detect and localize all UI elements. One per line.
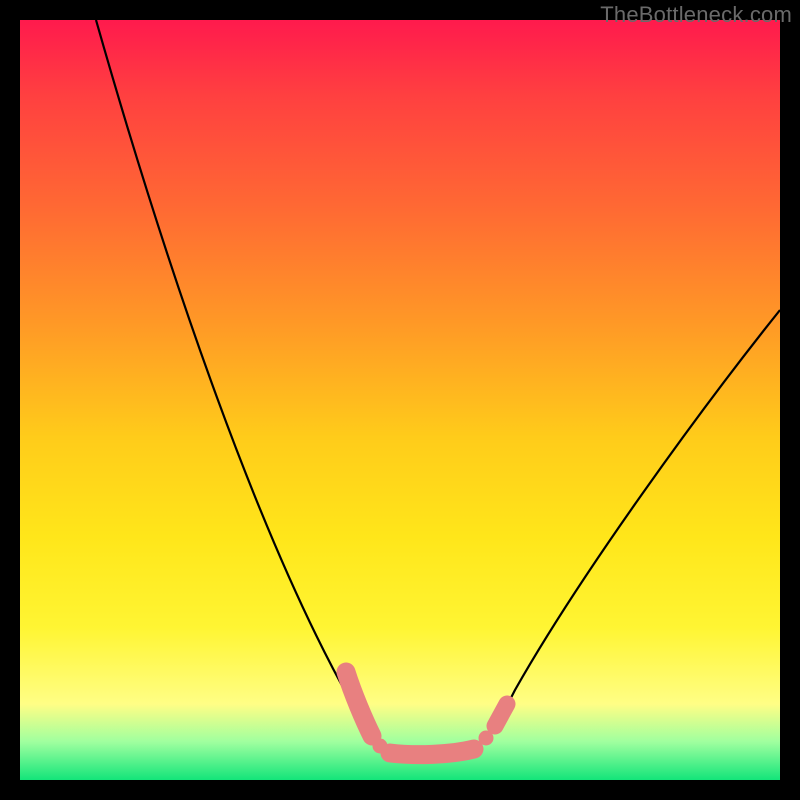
plot-area xyxy=(20,20,780,780)
highlight-right xyxy=(495,704,507,726)
curve-layer xyxy=(20,20,780,780)
main-curve xyxy=(96,20,780,754)
chart-frame: TheBottleneck.com xyxy=(0,0,800,800)
attribution-text: TheBottleneck.com xyxy=(600,2,792,28)
highlight-left xyxy=(346,672,372,736)
highlight-dot-1 xyxy=(373,739,388,754)
highlight-dot-2 xyxy=(479,731,494,746)
highlight-bottom xyxy=(390,749,474,755)
